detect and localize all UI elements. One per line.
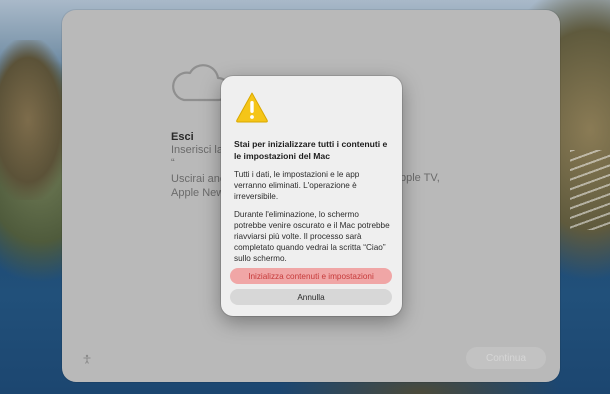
panel-description-line1: Uscirai anc [171, 173, 226, 185]
warning-icon [236, 92, 268, 123]
wallpaper-rock [0, 40, 70, 200]
panel-quote-mark: “ [171, 157, 175, 169]
panel-instruction: Inserisci la [171, 144, 223, 156]
dialog-warning-text: Tutti i dati, le impostazioni e le app v… [234, 170, 360, 201]
panel-description-line2: Apple New [171, 187, 225, 199]
erase-confirmation-dialog: Stai per inizializzare tutti i contenuti… [221, 76, 402, 316]
dialog-heading: Stai per inizializzare tutti i contenuti… [234, 139, 388, 161]
panel-description: Uscirai anc Apple New [171, 172, 225, 200]
wallpaper-surf [570, 150, 610, 230]
panel-description-right: pple TV, [400, 172, 440, 184]
erase-all-button[interactable]: Inizializza contenuti e impostazioni [230, 268, 392, 284]
accessibility-icon[interactable] [82, 354, 92, 367]
dialog-process-text: Durante l'eliminazione, lo schermo potre… [234, 210, 390, 263]
panel-title: Esci [171, 131, 194, 143]
continue-button[interactable]: Continua [466, 347, 546, 369]
cancel-button[interactable]: Annulla [230, 289, 392, 305]
